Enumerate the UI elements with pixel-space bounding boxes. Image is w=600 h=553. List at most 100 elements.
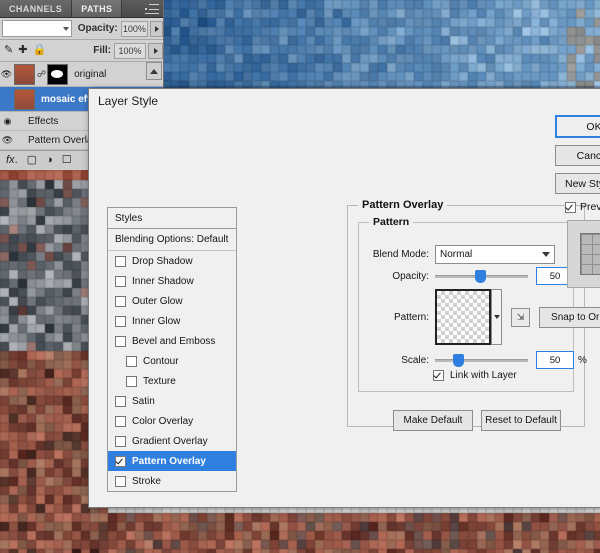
scale-value-input[interactable]: 50 [536,351,574,369]
opacity-stepper[interactable] [150,20,163,37]
blend-mode-label: Blend Mode: [372,249,429,260]
style-item-contour[interactable]: Contour [108,351,236,371]
checkbox[interactable] [115,315,126,327]
checkbox[interactable] [115,295,126,307]
snap-to-origin-button[interactable]: Snap to Origin [539,306,600,328]
opacity-slider[interactable] [435,268,528,285]
default-button-row: Make Default Reset to Default [393,410,561,431]
style-label: Outer Glow [132,295,183,307]
layer-mask-icon[interactable]: ▢ [27,155,37,166]
checkbox[interactable] [115,435,126,447]
new-group-icon[interactable]: ☐ [62,155,72,166]
link-icon[interactable]: ☍ [37,69,46,80]
eye-icon[interactable]: ◉ [1,116,14,127]
style-item-pattern-overlay[interactable]: Pattern Overlay [108,451,236,471]
checkbox[interactable] [433,370,444,381]
style-item-texture[interactable]: Texture [108,371,236,391]
eye-icon[interactable]: 👁 [0,69,13,80]
pattern-swatch[interactable] [435,289,491,345]
link-with-layer-label: Link with Layer [450,370,517,381]
checkbox[interactable] [115,455,126,467]
move-icon[interactable]: ✚ [18,45,27,56]
style-item-drop-shadow[interactable]: Drop Shadow [108,251,236,271]
style-item-stroke[interactable]: Stroke [108,471,236,491]
style-label: Satin [132,395,155,407]
effects-label: Effects [28,115,59,127]
style-item-bevel-and-emboss[interactable]: Bevel and Emboss [108,331,236,351]
blend-opacity-row: Opacity: 100% [0,18,163,40]
checkbox[interactable] [115,395,126,407]
lock-fill-row: ✎ ✚ 🔒 Fill: 100% [0,40,163,62]
pattern-picker-dropdown[interactable] [491,289,502,345]
cancel-button[interactable]: Cancel [555,145,600,166]
tab-channels[interactable]: CHANNELS [0,0,73,17]
layer-thumbnail [14,88,35,110]
chevron-down-icon [542,252,550,257]
styles-list: Styles Blending Options: Default Drop Sh… [107,207,237,492]
lock-icon[interactable]: 🔒 [32,45,46,56]
style-preview-box [567,220,600,288]
style-preview-thumbnail [580,233,600,275]
style-item-outer-glow[interactable]: Outer Glow [108,291,236,311]
styles-list-header[interactable]: Styles [108,208,236,229]
style-label: Texture [143,375,176,387]
checkbox[interactable] [115,275,126,287]
make-default-button[interactable]: Make Default [393,410,473,431]
checkbox[interactable] [565,201,576,213]
fill-label: Fill: [93,45,111,56]
checkbox[interactable] [126,375,137,387]
fx-icon[interactable]: fx. [6,155,18,166]
scale-label: Scale: [401,354,429,366]
pattern-overlay-group: Pattern Overlay Pattern Blend Mode: Norm… [347,199,600,427]
reset-to-default-button[interactable]: Reset to Default [481,410,561,431]
chevron-down-icon [62,26,69,31]
style-label: Bevel and Emboss [132,335,216,347]
style-label: Contour [143,355,179,367]
opacity-slider-handle[interactable] [475,269,486,283]
scale-slider[interactable] [435,352,528,369]
pattern-label: Pattern: [393,311,429,323]
eye-icon[interactable]: 👁 [1,135,14,146]
preview-checkbox-row[interactable]: Preview [565,201,600,213]
layer-row-original[interactable]: 👁 ☍ original [0,62,163,87]
layer-name-original: original [74,68,107,80]
layer-thumbnail [14,63,35,85]
new-style-button[interactable]: New Style... [555,173,600,194]
scale-slider-handle[interactable] [453,353,464,367]
checkbox[interactable] [115,255,126,267]
brush-icon[interactable]: ✎ [4,45,13,56]
checkbox[interactable] [115,475,126,487]
style-label: Inner Shadow [132,275,194,287]
pattern-subgroup: Pattern Blend Mode: Normal Opacity: 50 P… [358,216,600,392]
scroll-up-button[interactable] [146,62,162,80]
hamburger-menu-icon[interactable] [145,4,159,14]
link-with-layer-row[interactable]: Link with Layer [433,370,517,381]
checkbox[interactable] [115,415,126,427]
preview-label: Preview [580,201,600,213]
adjustment-layer-icon[interactable]: ◑ [46,155,53,166]
checkbox[interactable] [126,355,137,367]
style-label: Stroke [132,475,161,487]
style-item-gradient-overlay[interactable]: Gradient Overlay [108,431,236,451]
opacity-value[interactable]: 100% [120,20,149,37]
tab-paths[interactable]: PATHS [72,0,123,17]
fill-value[interactable]: 100% [114,42,146,59]
style-item-inner-shadow[interactable]: Inner Shadow [108,271,236,291]
ok-button[interactable]: OK [555,115,600,138]
fill-stepper[interactable] [148,42,163,59]
style-label: Drop Shadow [132,255,193,267]
checkbox[interactable] [115,335,126,347]
blend-mode-select[interactable]: Normal [435,245,555,264]
blend-mode-select[interactable] [2,20,72,37]
style-label: Color Overlay [132,415,194,427]
opacity-label: Opacity: [392,270,429,282]
pattern-overlay-group-title: Pattern Overlay [358,199,448,211]
blend-mode-value: Normal [440,249,473,260]
blending-options-item[interactable]: Blending Options: Default [108,229,236,251]
style-item-color-overlay[interactable]: Color Overlay [108,411,236,431]
style-item-satin[interactable]: Satin [108,391,236,411]
style-label: Pattern Overlay [132,455,206,467]
style-item-inner-glow[interactable]: Inner Glow [108,311,236,331]
pattern-subgroup-title: Pattern [369,216,414,228]
new-preset-icon[interactable]: ⇲ [511,307,530,327]
